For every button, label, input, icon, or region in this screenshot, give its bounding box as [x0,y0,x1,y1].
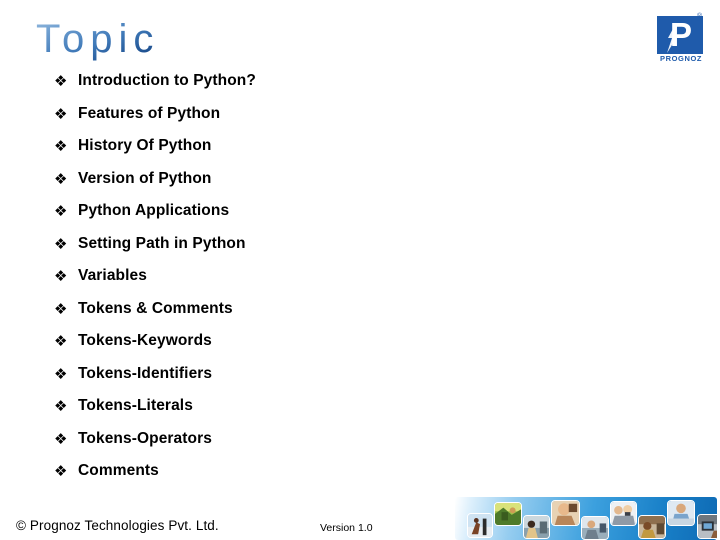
banner-thumbnail [551,500,580,526]
diamond-bullet-icon: ❖ [54,462,68,480]
diamond-bullet-icon: ❖ [54,267,68,285]
list-item-label: Variables [78,267,147,284]
list-item[interactable]: ❖ Tokens-Operators [54,428,614,461]
banner-thumbnail [697,514,717,539]
list-item-label: Tokens-Operators [78,429,212,447]
list-item[interactable]: ❖ Tokens-Keywords [54,330,614,363]
banner-thumbnail [523,515,550,539]
diamond-bullet-icon: ❖ [54,364,68,383]
prognoz-logo: P ® PROGNOZ [657,13,707,65]
diamond-bullet-icon: ❖ [54,429,68,448]
list-item-label: Tokens-Literals [78,397,193,414]
list-item[interactable]: ❖ Tokens-Identifiers [54,363,614,396]
list-item[interactable]: ❖ Variables [54,265,614,298]
list-item[interactable]: ❖ Tokens & Comments [54,298,614,331]
banner-thumbnail [638,515,666,539]
list-item[interactable]: ❖ Comments [54,460,614,493]
diamond-bullet-icon: ❖ [54,137,68,155]
diamond-bullet-icon: ❖ [54,234,68,253]
list-item[interactable]: ❖ Setting Path in Python [54,233,614,266]
list-item-label: Features of Python [78,104,221,122]
diamond-bullet-icon: ❖ [54,299,68,318]
list-item-label: Setting Path in Python [78,234,246,252]
registered-trademark-icon: ® [697,13,703,20]
list-item[interactable]: ❖ History Of Python [54,135,614,168]
footer-version: Version 1.0 [320,522,373,534]
banner-thumbnail [610,501,637,526]
list-item[interactable]: ❖ Tokens-Literals [54,395,614,428]
photo-banner [455,497,717,540]
list-item-label: Version of Python [78,169,212,187]
slide-canvas: Topic ❖ Introduction to Python? ❖ Featur… [0,0,720,540]
banner-thumbnail [667,500,695,526]
list-item-label: Python Applications [78,202,230,219]
footer-copyright: © Prognoz Technologies Pvt. Ltd. [16,518,219,533]
diamond-bullet-icon: ❖ [54,104,68,123]
diamond-bullet-icon: ❖ [54,332,68,350]
page-title: Topic [36,17,160,61]
list-item-label: Comments [78,462,159,479]
list-item[interactable]: ❖ Python Applications [54,200,614,233]
list-item-label: Tokens-Identifiers [78,364,213,382]
logo-wordmark: PROGNOZ [660,54,703,63]
list-item[interactable]: ❖ Introduction to Python? [54,70,614,103]
banner-thumbnail [494,502,522,526]
list-item-label: History Of Python [78,137,212,154]
list-item-label: Tokens-Keywords [78,332,212,349]
topic-bullet-list: ❖ Introduction to Python? ❖ Features of … [54,70,614,493]
diamond-bullet-icon: ❖ [54,169,68,188]
banner-thumbnail [581,516,609,540]
diamond-bullet-icon: ❖ [54,397,68,415]
list-item[interactable]: ❖ Version of Python [54,168,614,201]
list-item-label: Tokens & Comments [78,299,233,317]
list-item-label: Introduction to Python? [78,72,256,89]
diamond-bullet-icon: ❖ [54,202,68,220]
banner-thumbnail [467,513,493,538]
list-item[interactable]: ❖ Features of Python [54,103,614,136]
diamond-bullet-icon: ❖ [54,72,68,90]
